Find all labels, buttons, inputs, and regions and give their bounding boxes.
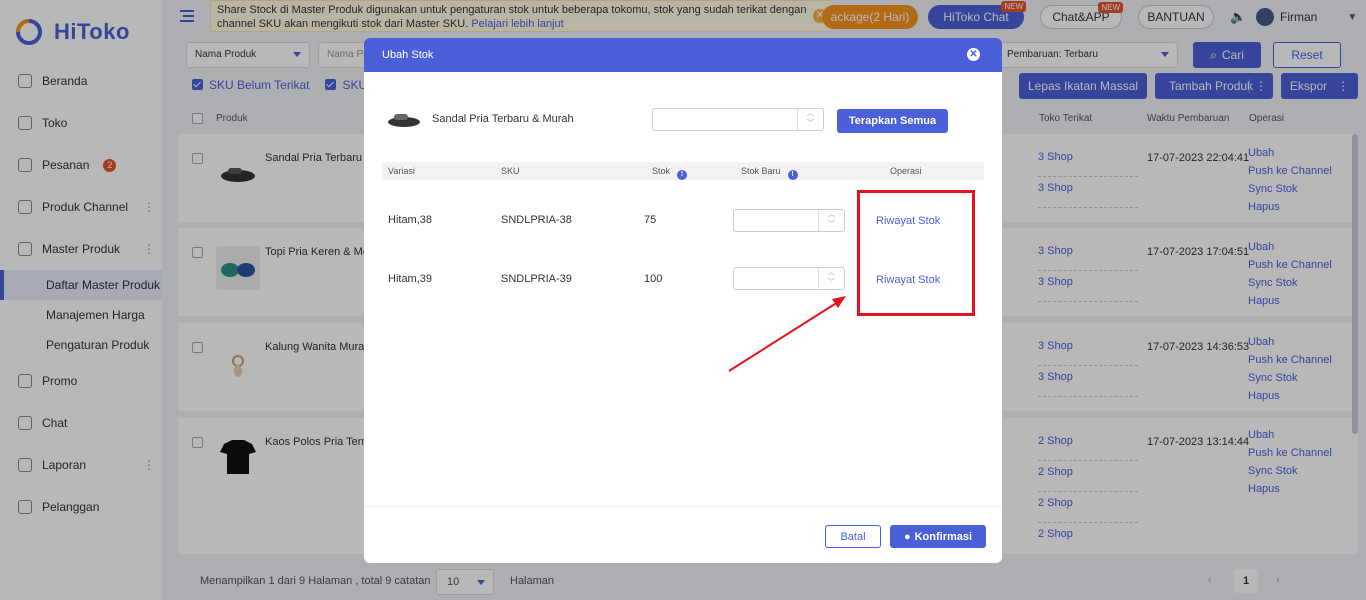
header-stok: Stok!	[652, 166, 688, 180]
variant-name: Hitam,38	[388, 214, 433, 226]
variant-sku: SNDLPRIA-38	[501, 214, 572, 226]
new-stock-input[interactable]: ︿ ﹀	[733, 267, 845, 290]
sandal-image	[388, 114, 420, 127]
header-stok-baru: Stok Baru!	[741, 166, 798, 180]
header-sku: SKU	[501, 166, 520, 176]
modal-header: Ubah Stok ✕	[364, 38, 1002, 72]
modal-title: Ubah Stok	[382, 49, 434, 61]
modal-footer: Batal ● Konfirmasi	[364, 506, 1002, 563]
header-stok-baru-label: Stok Baru	[741, 166, 781, 176]
ubah-stok-modal: Ubah Stok ✕ Sandal Pria Terbaru & Murah …	[364, 38, 1002, 563]
modal-product-name: Sandal Pria Terbaru & Murah	[432, 113, 574, 125]
new-stock-input[interactable]: ︿ ﹀	[733, 209, 845, 232]
modal-product: Sandal Pria Terbaru & Murah	[386, 110, 574, 128]
stepper-icon[interactable]: ︿ ﹀	[797, 109, 823, 130]
modal-table-header: Variasi SKU Stok! Stok Baru! Operasi	[382, 162, 984, 180]
info-icon[interactable]: !	[787, 170, 798, 180]
header-stok-label: Stok	[652, 166, 671, 176]
variant-name: Hitam,39	[388, 273, 433, 285]
stepper-icon[interactable]: ︿ ﹀	[818, 268, 844, 289]
header-variasi: Variasi	[388, 166, 415, 176]
terapkan-semua-button[interactable]: Terapkan Semua	[837, 109, 948, 133]
annotation-highlight-box	[857, 190, 975, 316]
cancel-button[interactable]: Batal	[825, 525, 881, 548]
bulk-stock-input[interactable]: ︿ ﹀	[652, 108, 824, 131]
info-icon[interactable]: !	[677, 170, 688, 180]
variant-sku: SNDLPRIA-39	[501, 273, 572, 285]
check-circle-icon: ●	[903, 530, 911, 543]
stepper-icon[interactable]: ︿ ﹀	[818, 210, 844, 231]
close-icon[interactable]: ✕	[967, 48, 980, 61]
variant-stock: 100	[644, 273, 663, 285]
confirm-button[interactable]: ● Konfirmasi	[890, 525, 986, 548]
confirm-button-label: Konfirmasi	[914, 530, 973, 543]
variant-stock: 75	[644, 214, 657, 226]
header-operasi: Operasi	[890, 166, 922, 176]
